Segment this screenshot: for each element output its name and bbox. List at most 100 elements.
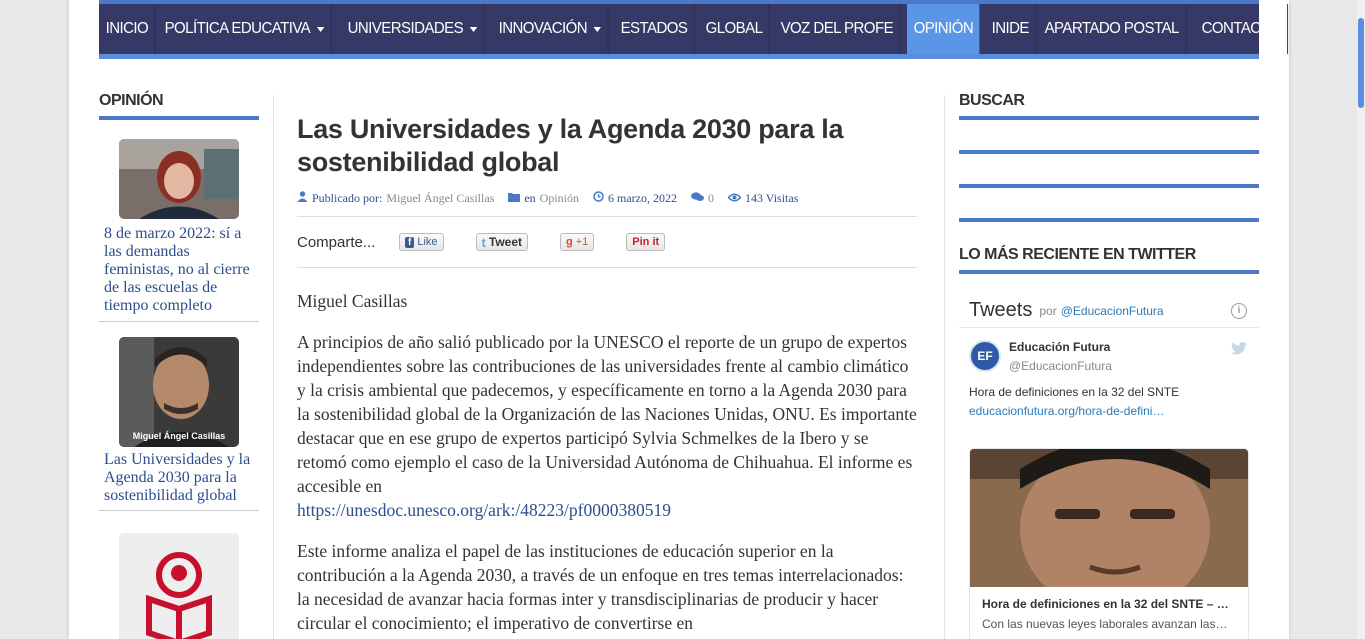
tweet-author: Educación Futura @EducacionFutura <box>1009 340 1112 373</box>
view-count: 143 Visitas <box>744 190 799 205</box>
caret-down-icon <box>593 26 602 32</box>
nav-item-inicio[interactable]: INICIO <box>99 4 156 54</box>
twitter-bird-icon[interactable] <box>1231 342 1247 358</box>
twitter-timeline: Tweets por @EducacionFutura i EF Educaci… <box>959 294 1259 639</box>
search-rule <box>959 218 1259 222</box>
column-divider-left <box>273 95 274 639</box>
article-body: Miguel Casillas A principios de año sali… <box>297 289 917 635</box>
opinion-thumb-logo[interactable] <box>119 533 239 639</box>
nav-item-label: OPINIÓN <box>913 20 974 37</box>
tweets-heading: Tweets <box>969 299 1033 321</box>
google-plus-button[interactable]: g +1 <box>560 233 595 251</box>
article-main: Las Universidades y la Agenda 2030 para … <box>297 113 917 639</box>
post-author[interactable]: Miguel Ángel Casillas <box>386 191 494 206</box>
google-icon: g <box>566 236 573 248</box>
tweet-card-title: Hora de definiciones en la 32 del SNTE –… <box>982 597 1229 611</box>
tweet-label: Tweet <box>488 235 522 249</box>
article-paragraph-text: A principios de año salió publicado por … <box>297 332 917 496</box>
nav-item-inide[interactable]: INIDE <box>985 4 1037 54</box>
nav-item-label: ESTADOS <box>620 20 688 37</box>
caret-down-icon <box>469 26 478 32</box>
tweet-button[interactable]: t Tweet <box>475 233 528 251</box>
article-paragraph: Este informe analiza el papel de las ins… <box>297 541 904 633</box>
page-scrollbar-thumb[interactable] <box>1358 18 1364 108</box>
search-rule <box>959 184 1259 188</box>
folder-icon <box>508 191 521 206</box>
opinion-widget-title: OPINIÓN <box>99 92 259 120</box>
post-category[interactable]: Opinión <box>540 191 579 206</box>
nav-item-política-educativa[interactable]: POLÍTICA EDUCATIVA <box>158 4 333 54</box>
tweet-author-name[interactable]: Educación Futura <box>1009 340 1112 354</box>
facebook-like-label: Like <box>417 236 438 248</box>
tweet: EF Educación Futura @EducacionFutura Hor… <box>959 328 1259 639</box>
nav-item-estados[interactable]: ESTADOS <box>614 4 696 54</box>
comment-count[interactable]: 0 <box>708 191 714 206</box>
opinion-link-1[interactable]: 8 de marzo 2022: sí a las demandas femin… <box>104 225 254 315</box>
nav-item-voz-del-profe[interactable]: VOZ DEL PROFE <box>774 4 901 54</box>
twitter-handle-link[interactable]: @EducacionFutura <box>1061 304 1164 318</box>
post-title: Las Universidades y la Agenda 2030 para … <box>297 114 844 177</box>
tweet-card[interactable]: Hora de definiciones en la 32 del SNTE –… <box>969 448 1249 639</box>
opinion-thumb-man[interactable]: Miguel Ángel Casillas <box>119 337 239 447</box>
published-by-label: Publicado por: <box>312 190 383 205</box>
nav-item-label: POLÍTICA EDUCATIVA <box>164 20 311 37</box>
twitter-icon: t <box>481 234 486 250</box>
nav-item-label: CONTACTO <box>1201 20 1281 37</box>
search-rule <box>959 150 1259 154</box>
opinion-link-2[interactable]: Las Universidades y la Agenda 2030 para … <box>104 451 254 505</box>
nav-item-contacto[interactable]: CONTACTO <box>1195 4 1288 54</box>
right-sidebar: BUSCAR LO MÁS RECIENTE EN TWITTER Tweets… <box>959 92 1259 639</box>
nav-item-label: VOZ DEL PROFE <box>780 20 893 37</box>
tweet-text: Hora de definiciones en la 32 del SNTE <box>969 385 1180 399</box>
unesco-report-link[interactable]: https://unesdoc.unesco.org/ark:/48223/pf… <box>297 500 671 520</box>
nav-item-label: INICIO <box>105 20 149 37</box>
twitter-widget-title: LO MÁS RECIENTE EN TWITTER <box>959 246 1259 274</box>
share-label: Comparte... <box>297 233 376 251</box>
nav-item-innovación[interactable]: INNOVACIÓN <box>492 4 609 54</box>
tweet-link[interactable]: educacionfutura.org/hora-de-defini… <box>969 404 1249 418</box>
info-icon[interactable]: i <box>1231 302 1247 319</box>
share-bar: Comparte... f Like t Tweet g +1 Pin it <box>297 216 917 268</box>
opinion-item: Miguel Ángel Casillas Las Universidades … <box>99 322 259 511</box>
facebook-like-button[interactable]: f Like <box>399 233 444 251</box>
tweet-card-domain: educacionfutura.org <box>970 631 1248 639</box>
in-label: en <box>524 190 536 205</box>
nav-item-label: INNOVACIÓN <box>498 20 588 37</box>
by-label: por <box>1039 303 1057 318</box>
post-date: 6 marzo, 2022 <box>608 190 677 205</box>
facebook-icon: f <box>405 236 415 248</box>
search-widget-title: BUSCAR <box>959 92 1259 120</box>
opinion-thumb-woman[interactable] <box>119 139 239 219</box>
nav-item-universidades[interactable]: UNIVERSIDADES <box>341 4 485 54</box>
nav-item-label: UNIVERSIDADES <box>347 20 464 37</box>
nav-item-label: GLOBAL <box>705 20 763 37</box>
nav-item-label: APARTADO POSTAL <box>1045 20 1180 37</box>
nav-item-label: INIDE <box>991 20 1029 37</box>
tweet-card-image <box>970 449 1248 614</box>
clock-icon <box>593 190 604 206</box>
post-meta: Publicado por: Miguel Ángel Casillas en … <box>297 190 917 206</box>
article-paragraph: A principios de año salió publicado por … <box>297 330 917 522</box>
nav-underline <box>99 54 1259 59</box>
eye-icon <box>727 191 742 206</box>
main-nav: INICIO POLÍTICA EDUCATIVA UNIVERSIDADES INN… <box>99 4 1288 54</box>
tweet-card-description: Con las nuevas leyes laborales avanzan l… <box>982 617 1228 631</box>
twitter-timeline-header: Tweets por @EducacionFutura i <box>959 294 1259 328</box>
tweet-author-handle[interactable]: @EducacionFutura <box>1009 359 1112 373</box>
article-author-line: Miguel Casillas <box>297 291 408 311</box>
opinion-thumb-caption: Miguel Ángel Casillas <box>132 431 226 441</box>
column-divider-right <box>944 95 945 639</box>
pinterest-button[interactable]: Pin it <box>626 233 666 251</box>
opinion-sidebar: OPINIÓN 8 de marzo 2022: sí a las demand… <box>99 92 259 639</box>
avatar[interactable]: EF <box>969 340 1001 372</box>
nav-item-apartado-postal[interactable]: APARTADO POSTAL <box>1038 4 1187 54</box>
nav-item-global[interactable]: GLOBAL <box>699 4 771 54</box>
caret-down-icon <box>317 26 325 32</box>
opinion-item: 8 de marzo 2022: sí a las demandas femin… <box>99 120 259 322</box>
tweet-header: EF Educación Futura @EducacionFutura <box>969 340 1249 373</box>
comments-icon <box>690 191 704 206</box>
pinterest-label: Pin it <box>632 236 660 248</box>
opinion-item <box>99 511 259 639</box>
nav-item-opinión[interactable]: OPINIÓN <box>907 4 982 54</box>
user-icon <box>297 190 308 206</box>
